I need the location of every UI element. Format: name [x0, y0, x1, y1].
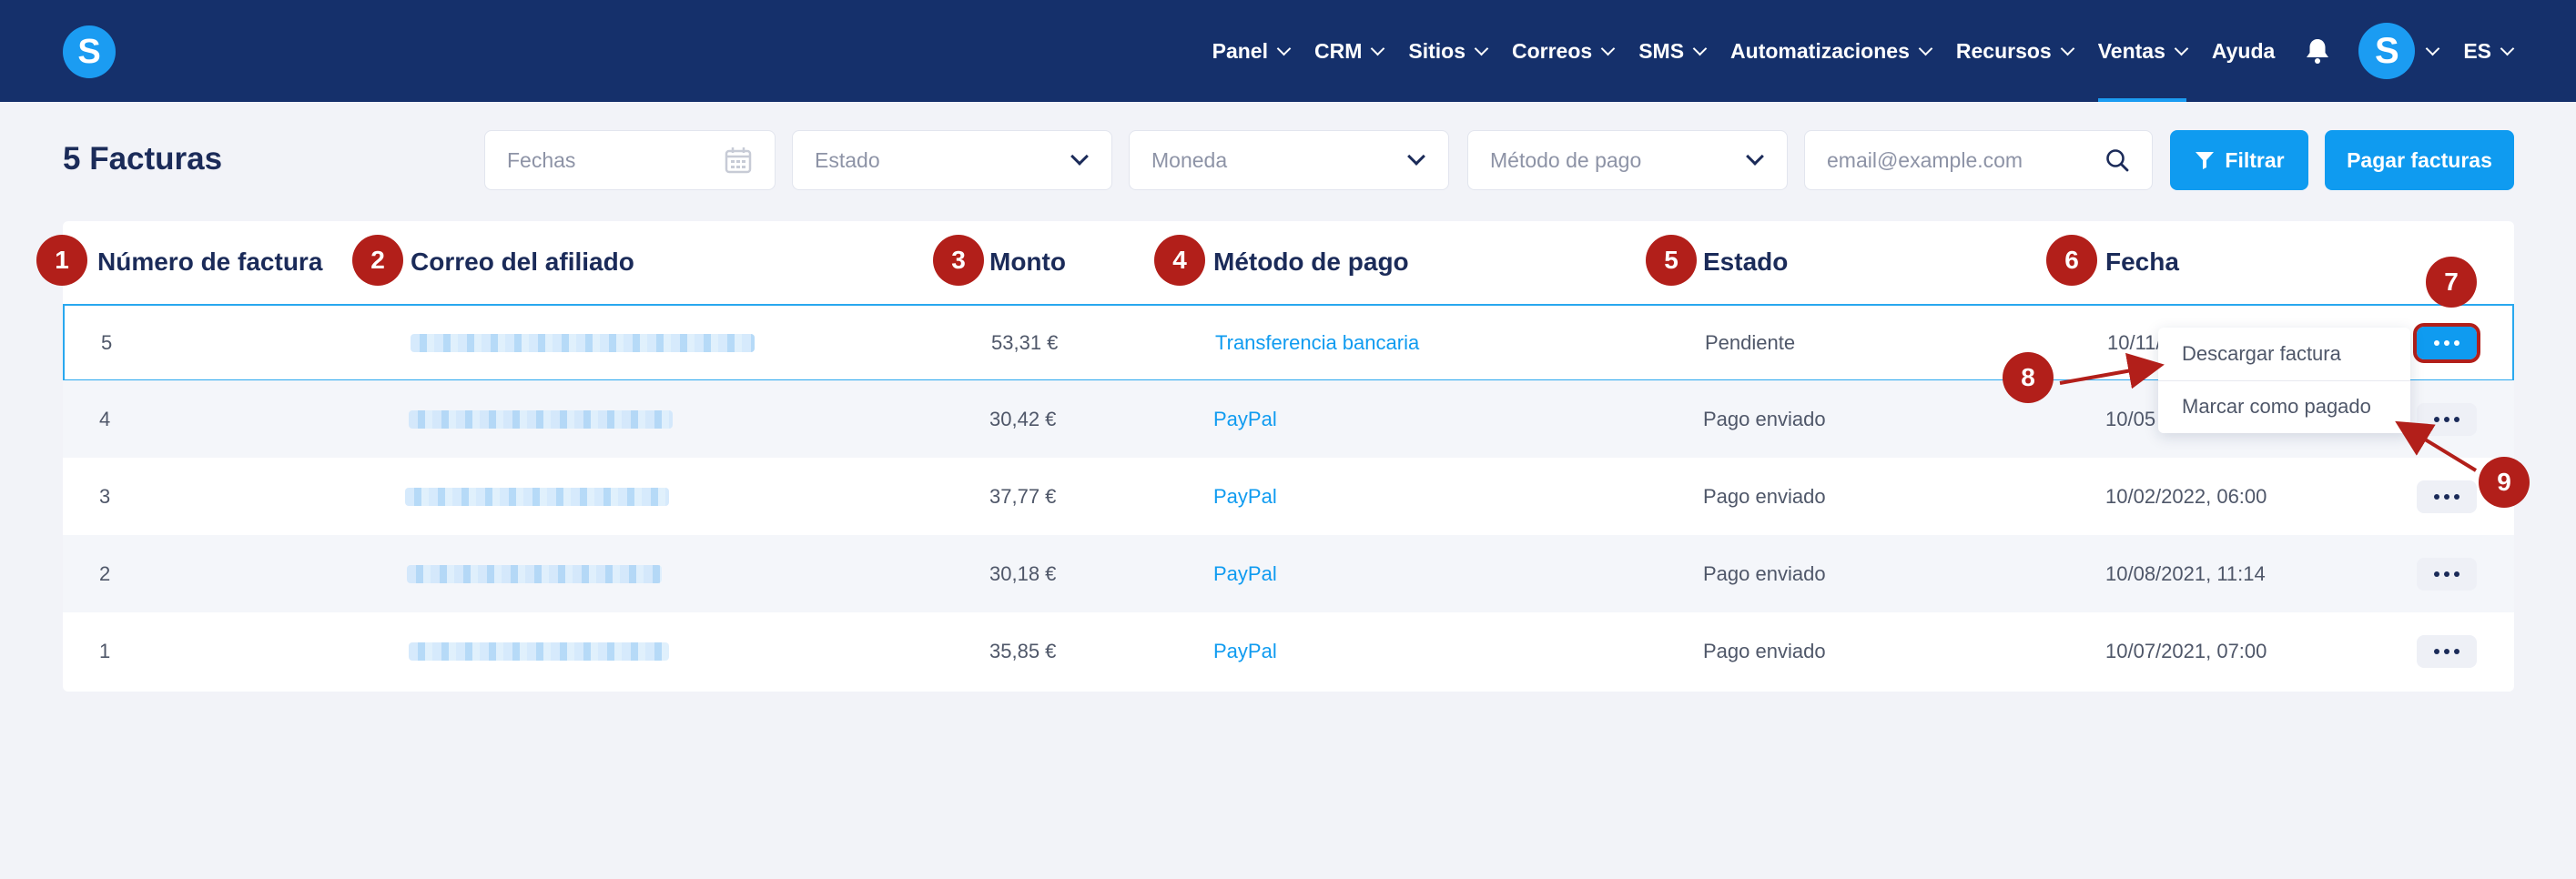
annotation-badge: 9 [2479, 457, 2530, 508]
annotation-badge: 3 [933, 235, 984, 286]
arrow-8 [2059, 352, 2165, 389]
annotation-badge: 4 [1154, 235, 1205, 286]
annotation-badge: 8 [2003, 352, 2054, 403]
annotation-badge: 5 [1646, 235, 1697, 286]
annotation-badge: 6 [2046, 235, 2097, 286]
annotation-arrows [2059, 352, 2478, 472]
annotation-badge: 1 [36, 235, 87, 286]
annotation-badge: 2 [352, 235, 403, 286]
annotation-badge: 7 [2426, 257, 2477, 308]
arrow-9 [2395, 420, 2478, 472]
